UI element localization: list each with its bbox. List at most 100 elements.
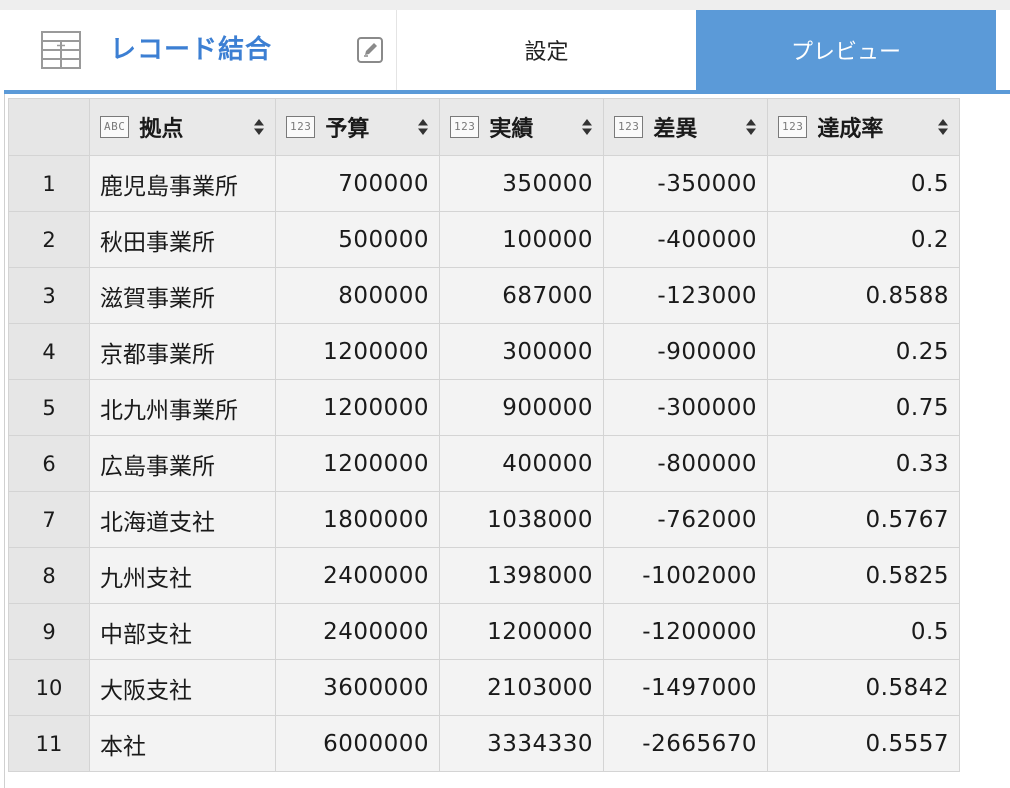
table-row: 9 中部支社 2400000 1200000 -1200000 0.5 (8, 603, 960, 660)
row-number: 10 (8, 659, 90, 716)
pencil-edit-icon[interactable] (354, 34, 386, 66)
cell-yosan: 1200000 (275, 323, 440, 380)
cell-kyoten: 滋賀事業所 (89, 267, 276, 324)
cell-sai: -350000 (603, 155, 768, 212)
cell-kyoten: 中部支社 (89, 603, 276, 660)
cell-kyoten: 鹿児島事業所 (89, 155, 276, 212)
cell-tasseiritsu: 0.5767 (767, 491, 960, 548)
table-row: 6 広島事業所 1200000 400000 -800000 0.33 (8, 435, 960, 492)
cell-yosan: 1200000 (275, 379, 440, 436)
cell-tasseiritsu: 0.8588 (767, 267, 960, 324)
cell-sai: -1497000 (603, 659, 768, 716)
cell-yosan: 800000 (275, 267, 440, 324)
node-title: レコード結合 (110, 35, 273, 65)
cell-jisseki: 3334330 (439, 715, 604, 772)
cell-sai: -300000 (603, 379, 768, 436)
type-badge-123: 123 (286, 116, 316, 138)
column-header-sai[interactable]: 123 差異 (603, 98, 768, 156)
column-name: 拠点 (139, 117, 184, 142)
cell-yosan: 2400000 (275, 603, 440, 660)
table-node-icon (41, 31, 81, 69)
cell-kyoten: 大阪支社 (89, 659, 276, 716)
cell-sai: -762000 (603, 491, 768, 548)
cell-yosan: 3600000 (275, 659, 440, 716)
cell-yosan: 1200000 (275, 435, 440, 492)
column-header-tasseiritsu[interactable]: 123 達成率 (767, 98, 960, 156)
cell-kyoten: 京都事業所 (89, 323, 276, 380)
cell-sai: -1200000 (603, 603, 768, 660)
cell-tasseiritsu: 0.5557 (767, 715, 960, 772)
cell-kyoten: 本社 (89, 715, 276, 772)
sort-icon[interactable] (937, 117, 949, 137)
cell-yosan: 1800000 (275, 491, 440, 548)
table-row: 1 鹿児島事業所 700000 350000 -350000 0.5 (8, 155, 960, 212)
cell-kyoten: 九州支社 (89, 547, 276, 604)
node-title-area: レコード結合 (4, 10, 396, 90)
node-header: レコード結合 設定 プレビュー (4, 10, 996, 90)
top-strip (0, 0, 1010, 10)
preview-table: ABC 拠点 123 予算 123 実績 123 差異 123 達成率 1 鹿児… (8, 98, 960, 772)
cell-jisseki: 1200000 (439, 603, 604, 660)
row-number: 3 (8, 267, 90, 324)
tab-preview[interactable]: プレビュー (696, 10, 996, 90)
sort-icon[interactable] (581, 117, 593, 137)
cell-kyoten: 北九州事業所 (89, 379, 276, 436)
panel-left-border (4, 94, 5, 788)
cell-jisseki: 350000 (439, 155, 604, 212)
cell-sai: -123000 (603, 267, 768, 324)
cell-tasseiritsu: 0.5 (767, 603, 960, 660)
tab-settings[interactable]: 設定 (396, 10, 696, 90)
column-name: 実績 (489, 117, 534, 142)
cell-tasseiritsu: 0.25 (767, 323, 960, 380)
type-badge-abc: ABC (100, 116, 130, 138)
table-header-row: ABC 拠点 123 予算 123 実績 123 差異 123 達成率 (8, 98, 960, 156)
cell-yosan: 700000 (275, 155, 440, 212)
table-row: 8 九州支社 2400000 1398000 -1002000 0.5825 (8, 547, 960, 604)
table-row: 2 秋田事業所 500000 100000 -400000 0.2 (8, 211, 960, 268)
sort-icon[interactable] (745, 117, 757, 137)
row-number: 1 (8, 155, 90, 212)
type-badge-123: 123 (614, 116, 644, 138)
cell-tasseiritsu: 0.5825 (767, 547, 960, 604)
column-header-yosan[interactable]: 123 予算 (275, 98, 440, 156)
sort-icon[interactable] (253, 117, 265, 137)
cell-sai: -800000 (603, 435, 768, 492)
table-row: 7 北海道支社 1800000 1038000 -762000 0.5767 (8, 491, 960, 548)
row-number: 9 (8, 603, 90, 660)
cell-sai: -400000 (603, 211, 768, 268)
column-name: 達成率 (817, 117, 884, 142)
row-number: 7 (8, 491, 90, 548)
row-number: 4 (8, 323, 90, 380)
table-row: 3 滋賀事業所 800000 687000 -123000 0.8588 (8, 267, 960, 324)
column-header-kyoten[interactable]: ABC 拠点 (89, 98, 276, 156)
cell-jisseki: 1038000 (439, 491, 604, 548)
cell-jisseki: 400000 (439, 435, 604, 492)
sort-icon[interactable] (417, 117, 429, 137)
row-number: 11 (8, 715, 90, 772)
cell-jisseki: 300000 (439, 323, 604, 380)
cell-jisseki: 900000 (439, 379, 604, 436)
cell-yosan: 500000 (275, 211, 440, 268)
cell-tasseiritsu: 0.33 (767, 435, 960, 492)
row-number: 5 (8, 379, 90, 436)
table-row: 5 北九州事業所 1200000 900000 -300000 0.75 (8, 379, 960, 436)
column-name: 予算 (325, 117, 370, 142)
row-number: 6 (8, 435, 90, 492)
cell-tasseiritsu: 0.5 (767, 155, 960, 212)
cell-jisseki: 1398000 (439, 547, 604, 604)
active-tab-underline (4, 90, 1010, 94)
cell-tasseiritsu: 0.2 (767, 211, 960, 268)
table-row: 4 京都事業所 1200000 300000 -900000 0.25 (8, 323, 960, 380)
cell-jisseki: 687000 (439, 267, 604, 324)
cell-yosan: 6000000 (275, 715, 440, 772)
cell-jisseki: 2103000 (439, 659, 604, 716)
type-badge-123: 123 (450, 116, 480, 138)
cell-tasseiritsu: 0.75 (767, 379, 960, 436)
cell-sai: -1002000 (603, 547, 768, 604)
cell-yosan: 2400000 (275, 547, 440, 604)
column-name: 差異 (653, 117, 698, 142)
cell-sai: -2665670 (603, 715, 768, 772)
row-number: 8 (8, 547, 90, 604)
cell-jisseki: 100000 (439, 211, 604, 268)
column-header-jisseki[interactable]: 123 実績 (439, 98, 604, 156)
